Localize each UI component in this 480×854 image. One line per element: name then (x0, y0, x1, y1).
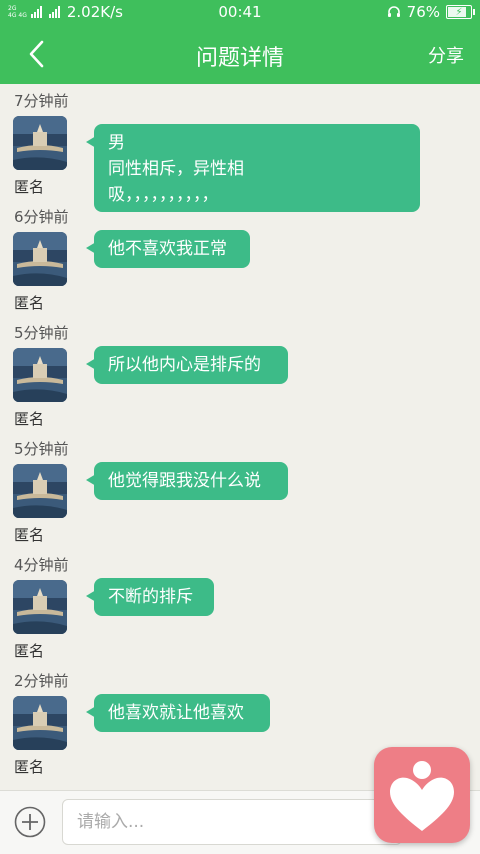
share-button[interactable]: 分享 (428, 42, 464, 68)
sender-name: 匿名 (14, 526, 45, 544)
add-button[interactable] (14, 806, 46, 838)
battery-icon: ⚡ (446, 5, 475, 19)
message-bubble[interactable]: 他喜欢就让他喜欢 (86, 694, 270, 732)
message-bubble[interactable]: 他觉得跟我没什么说 (86, 462, 288, 500)
avatar[interactable] (13, 116, 67, 170)
sender-name: 匿名 (14, 178, 45, 196)
heart-person-icon (390, 761, 454, 831)
page-title: 问题详情 (195, 46, 284, 71)
sender-name: 匿名 (14, 294, 45, 312)
sender-name: 匿名 (14, 642, 45, 660)
message-input[interactable]: 请输入... (62, 799, 402, 845)
floating-heart-button[interactable] (374, 747, 470, 843)
message-time: 4分钟前 (14, 556, 69, 574)
message-time: 7分钟前 (14, 92, 69, 110)
headset-icon (387, 6, 400, 17)
chat-list[interactable]: 7分钟前 匿名男 同性相斥，异性相 吸，，，，，，，，，， 6分钟前 匿名 他不喜欢我正… (0, 84, 480, 790)
avatar[interactable] (13, 464, 67, 518)
message-bubble[interactable]: 男 同性相斥，异性相 吸，，，，，，，，，， (86, 124, 420, 212)
avatar[interactable] (13, 232, 67, 286)
sender-name: 匿名 (14, 758, 45, 776)
message-bubble[interactable]: 所以他内心是排斥的 (86, 346, 288, 384)
message-time: 5分钟前 (14, 440, 69, 458)
status-right: 76% ⚡ (387, 3, 475, 21)
message-bubble[interactable]: 不断的排斥 (86, 578, 214, 616)
avatar[interactable] (13, 348, 67, 402)
avatar[interactable] (13, 696, 67, 750)
charging-icon: ⚡ (455, 6, 463, 18)
avatar[interactable] (13, 580, 67, 634)
message-bubble[interactable]: 他不喜欢我正常 (86, 230, 250, 268)
status-bar: 2G 4G 4G 2.02K/s 00:41 76% ⚡ (0, 0, 480, 24)
message-time: 5分钟前 (14, 324, 69, 342)
sender-name: 匿名 (14, 410, 45, 428)
message-time: 2分钟前 (14, 672, 69, 690)
nav-bar: 问题详情 分享 (0, 24, 480, 84)
message-time: 6分钟前 (14, 208, 69, 226)
battery-percent: 76% (406, 3, 440, 21)
